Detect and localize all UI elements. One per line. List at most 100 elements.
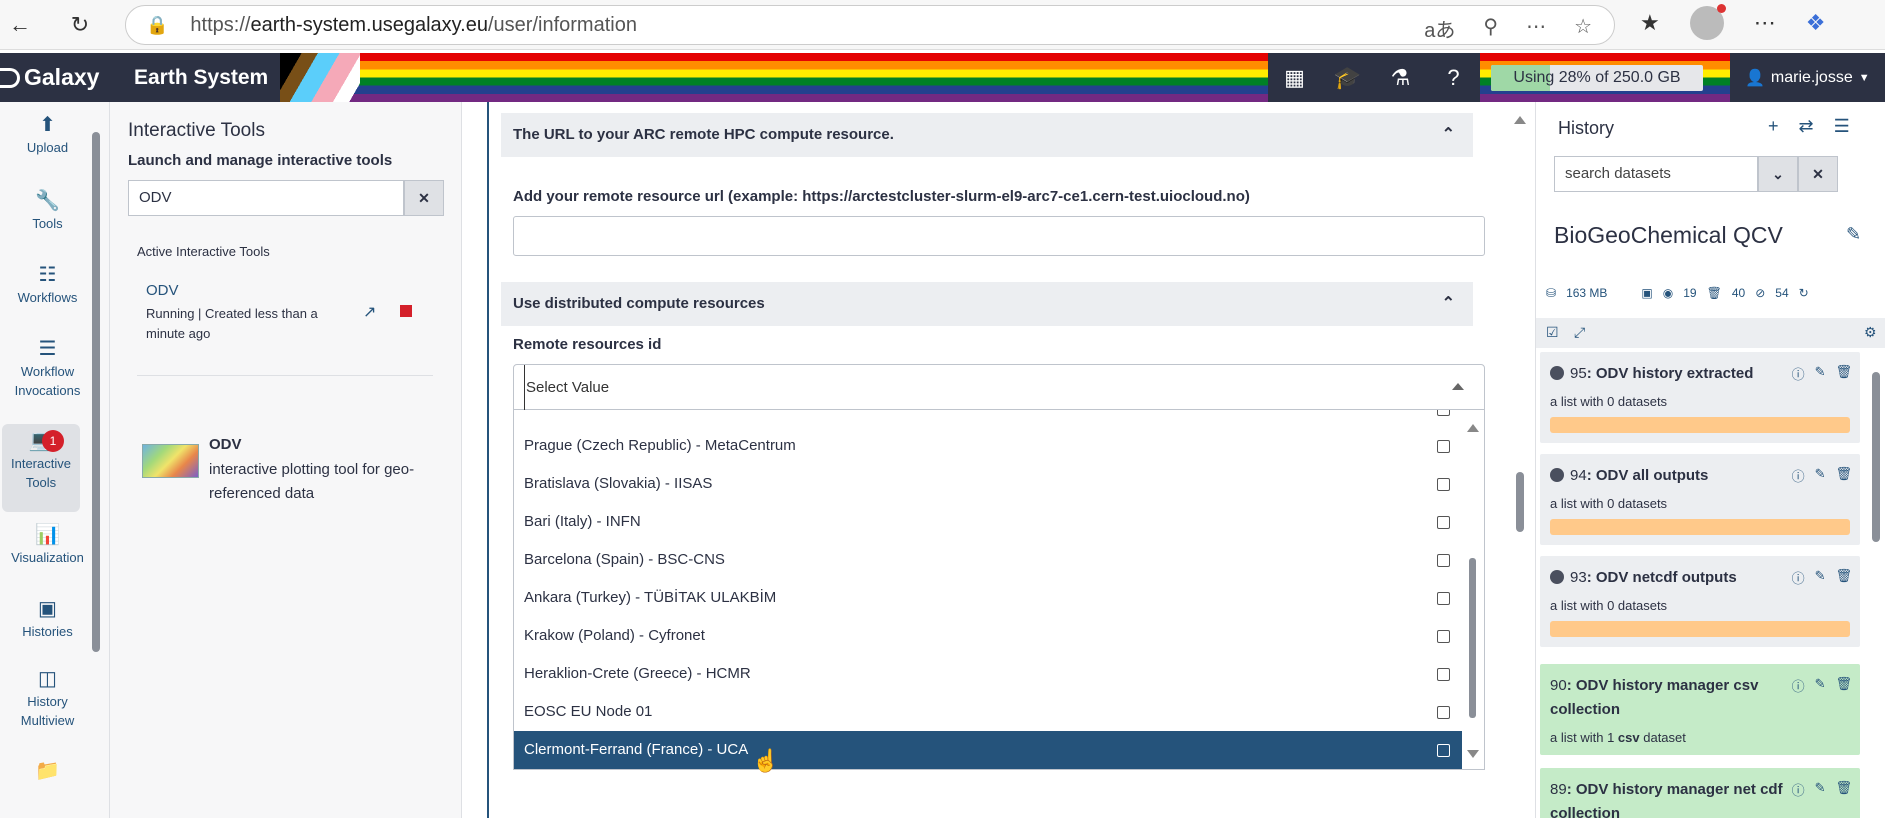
scroll-up-icon[interactable] — [1467, 424, 1479, 432]
tool-search-input[interactable]: ODV — [128, 180, 404, 216]
history-item[interactable]: 94: ODV all outputs ⓘ ✎ 🗑 a list with 0 da… — [1540, 454, 1860, 545]
more-tools-icon[interactable]: ⋯ — [1526, 14, 1546, 43]
active-tool-link[interactable]: ODV — [146, 282, 179, 299]
activity-visualization[interactable]: 📊 Visualization — [0, 525, 95, 567]
switch-history-icon[interactable]: ⇄ — [1799, 116, 1814, 137]
option-checkbox[interactable] — [1437, 440, 1450, 453]
gear-icon[interactable]: ⚙ — [1864, 324, 1877, 341]
option[interactable]: Prague (Czech Republic) - MetaCentrum — [514, 427, 1464, 465]
pencil-icon[interactable]: ✎ — [1815, 568, 1826, 587]
option[interactable]: Heraklion-Crete (Greece) - HCMR — [514, 655, 1464, 693]
option[interactable]: Ankara (Turkey) - TÜBİTAK ULAKBİM — [514, 579, 1464, 617]
reload-icon[interactable]: ↻ — [60, 5, 100, 45]
training-icon[interactable]: 🎓 — [1321, 65, 1374, 91]
history-item[interactable]: 93: ODV netcdf outputs ⓘ ✎ 🗑 a list with 0… — [1540, 556, 1860, 647]
history-menu-icon[interactable]: ☰ — [1834, 116, 1850, 137]
pencil-icon[interactable]: ✎ — [1815, 676, 1826, 695]
external-link-icon[interactable]: ↗ — [363, 302, 376, 322]
option-partial[interactable] — [514, 410, 1464, 428]
scroll-thumb[interactable] — [1516, 472, 1524, 532]
history-item[interactable]: 95: ODV history extracted ⓘ ✎ 🗑 a list wit… — [1540, 352, 1860, 443]
history-scrollbar[interactable] — [1868, 352, 1884, 818]
pencil-icon[interactable]: ✎ — [1815, 364, 1826, 383]
pencil-icon[interactable]: ✎ — [1815, 466, 1826, 485]
pencil-icon[interactable]: ✎ — [1846, 224, 1861, 245]
deleted-count[interactable]: 40 — [1732, 286, 1745, 300]
activity-invocations[interactable]: ☰ Workflow Invocations — [0, 339, 95, 400]
clear-history-search-button[interactable]: ✕ — [1798, 156, 1838, 192]
activity-upload[interactable]: ⬆ Upload — [0, 115, 95, 157]
storage-icon[interactable]: ▣ — [1641, 286, 1652, 300]
option-checkbox[interactable] — [1437, 410, 1450, 416]
stop-icon[interactable] — [400, 305, 412, 317]
option-checkbox[interactable] — [1437, 554, 1450, 567]
chevron-up-icon[interactable]: ⌃ — [1442, 113, 1455, 157]
option[interactable]: Bratislava (Slovakia) - IISAS — [514, 465, 1464, 503]
copilot-icon[interactable]: ❖ — [1806, 10, 1826, 36]
user-menu[interactable]: 👤 marie.josse ▼ — [1745, 53, 1870, 102]
profile-avatar[interactable] — [1689, 4, 1726, 40]
pencil-icon[interactable]: ✎ — [1815, 780, 1826, 799]
scroll-thumb[interactable] — [92, 132, 100, 652]
collapse-icon[interactable]: ⤢ — [1574, 324, 1585, 341]
chevron-up-icon[interactable]: ⌃ — [1442, 282, 1455, 326]
option-checkbox[interactable] — [1437, 744, 1450, 757]
back-icon[interactable]: ← — [0, 5, 40, 45]
info-icon[interactable]: ⓘ — [1792, 676, 1805, 695]
option-checkbox[interactable] — [1437, 516, 1450, 529]
scroll-down-icon[interactable] — [1467, 750, 1479, 758]
option-selected[interactable]: Clermont-Ferrand (France) - UCA — [514, 731, 1464, 769]
trash-icon[interactable]: 🗑 — [1835, 364, 1852, 383]
option-checkbox[interactable] — [1437, 592, 1450, 605]
info-icon[interactable]: ⓘ — [1792, 568, 1805, 587]
option-checkbox[interactable] — [1437, 630, 1450, 643]
hidden-count[interactable]: 54 — [1775, 286, 1788, 300]
scroll-thumb[interactable] — [1872, 372, 1880, 542]
activity-history-multiview[interactable]: ◫ History Multiview — [0, 669, 95, 730]
address-bar[interactable]: 🔒 https://earth-system.usegalaxy.eu/user… — [125, 5, 1615, 45]
help-icon[interactable]: ? — [1427, 65, 1480, 91]
plus-icon[interactable]: + — [1768, 116, 1779, 137]
history-item[interactable]: 89: ODV history manager net cdf collecti… — [1540, 768, 1860, 818]
settings-menu-icon[interactable]: ⋯ — [1754, 10, 1776, 36]
favorite-star-icon[interactable]: ☆ — [1574, 14, 1592, 43]
section-arc-url-header[interactable]: The URL to your ARC remote HPC compute r… — [501, 113, 1473, 157]
remote-url-input[interactable] — [513, 216, 1485, 256]
select-all-icon[interactable]: ☑ — [1546, 324, 1559, 341]
dropdown-scrollbar[interactable] — [1462, 410, 1484, 769]
favorites-icon[interactable]: ★ — [1640, 10, 1660, 36]
option-checkbox[interactable] — [1437, 706, 1450, 719]
history-size[interactable]: 163 MB — [1566, 286, 1607, 300]
info-icon[interactable]: ⓘ — [1792, 466, 1805, 485]
activity-datasets[interactable]: 📁 — [0, 761, 95, 784]
info-icon[interactable]: ⓘ — [1792, 364, 1805, 383]
apps-grid-icon[interactable]: ▦ — [1268, 65, 1321, 91]
option[interactable]: Bari (Italy) - INFN — [514, 503, 1464, 541]
read-aloud-icon[interactable]: aあ — [1424, 14, 1455, 43]
option[interactable]: EOSC EU Node 01 — [514, 693, 1464, 731]
refresh-icon[interactable]: ↻ — [1799, 286, 1809, 300]
clear-search-button[interactable]: ✕ — [404, 180, 444, 216]
galaxy-logo[interactable]: Galaxy — [0, 53, 99, 102]
option-checkbox[interactable] — [1437, 668, 1450, 681]
activity-scrollbar[interactable] — [90, 112, 102, 792]
odv-thumbnail[interactable] — [142, 444, 199, 478]
history-name[interactable]: BioGeoChemical QCV — [1554, 222, 1783, 249]
scroll-up-icon[interactable] — [1514, 116, 1526, 124]
history-item[interactable]: 90: ODV history manager csv collection ⓘ… — [1540, 664, 1860, 755]
scroll-thumb[interactable] — [1469, 558, 1476, 718]
remote-resources-select[interactable]: Select Value — [513, 364, 1485, 411]
activity-workflows[interactable]: ☷ Workflows — [0, 265, 95, 307]
trash-icon[interactable]: 🗑 — [1835, 780, 1852, 799]
option-checkbox[interactable] — [1437, 478, 1450, 491]
activity-histories[interactable]: ▣ Histories — [0, 599, 95, 641]
trash-icon[interactable]: 🗑 — [1835, 568, 1852, 587]
history-search-input[interactable]: search datasets — [1554, 156, 1758, 192]
caret-up-icon[interactable] — [1452, 383, 1464, 390]
shown-count[interactable]: 19 — [1683, 286, 1696, 300]
section-distributed-header[interactable]: Use distributed compute resources ⌃ — [501, 282, 1473, 326]
option[interactable]: Barcelona (Spain) - BSC-CNS — [514, 541, 1464, 579]
trash-icon[interactable]: 🗑 — [1835, 676, 1852, 695]
tool-title[interactable]: ODV — [209, 436, 242, 453]
zoom-out-icon[interactable]: ⚲ — [1483, 14, 1498, 43]
